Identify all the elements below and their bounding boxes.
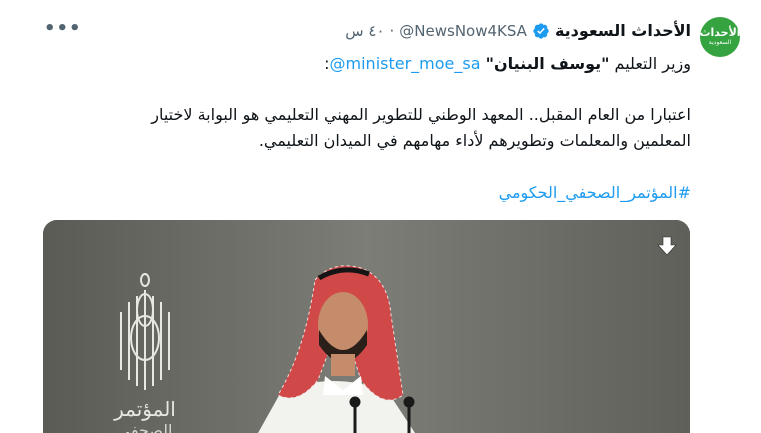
- verified-badge-icon: [533, 22, 549, 39]
- quote-line: وزير التعليم "يوسف البنيان" @minister_mo…: [324, 53, 691, 75]
- download-icon[interactable]: [655, 234, 679, 258]
- tweet-video[interactable]: المؤتمر الصحفي: [43, 220, 690, 433]
- avatar-text-sub: السعودية: [708, 39, 732, 46]
- more-options-icon[interactable]: •••: [44, 18, 82, 39]
- video-frame: المؤتمر الصحفي: [43, 220, 690, 433]
- separator-dot: ·: [389, 21, 395, 40]
- quote-prefix: وزير التعليم: [609, 54, 691, 73]
- tweet-text-line-1: اعتبارا من العام المقبل.. المعهد الوطني …: [151, 105, 691, 124]
- timestamp[interactable]: ٤٠ س: [345, 22, 384, 40]
- quoted-name: "يوسف البنيان": [485, 54, 610, 73]
- handle[interactable]: @NewsNow4KSA: [399, 22, 527, 40]
- avatar-text-main: الأحداث: [700, 26, 740, 39]
- logo-text-2: الصحفي: [118, 421, 173, 433]
- avatar[interactable]: الأحداث السعودية: [700, 17, 740, 57]
- tweet: ••• الأحداث السعودية الأحداث السعودية @N…: [0, 0, 761, 433]
- display-name[interactable]: الأحداث السعودية: [555, 21, 691, 40]
- hashtag-link[interactable]: #المؤتمر_الصحفي_الحكومي: [499, 182, 691, 204]
- mention-link[interactable]: @minister_moe_sa: [330, 54, 481, 73]
- logo-text: المؤتمر: [113, 397, 176, 421]
- tweet-header: الأحداث السعودية @NewsNow4KSA · ٤٠ س: [345, 21, 691, 40]
- tweet-text-line-2: المعلمين والمعلمات وتطويرهم لأداء مهامهم…: [258, 131, 691, 150]
